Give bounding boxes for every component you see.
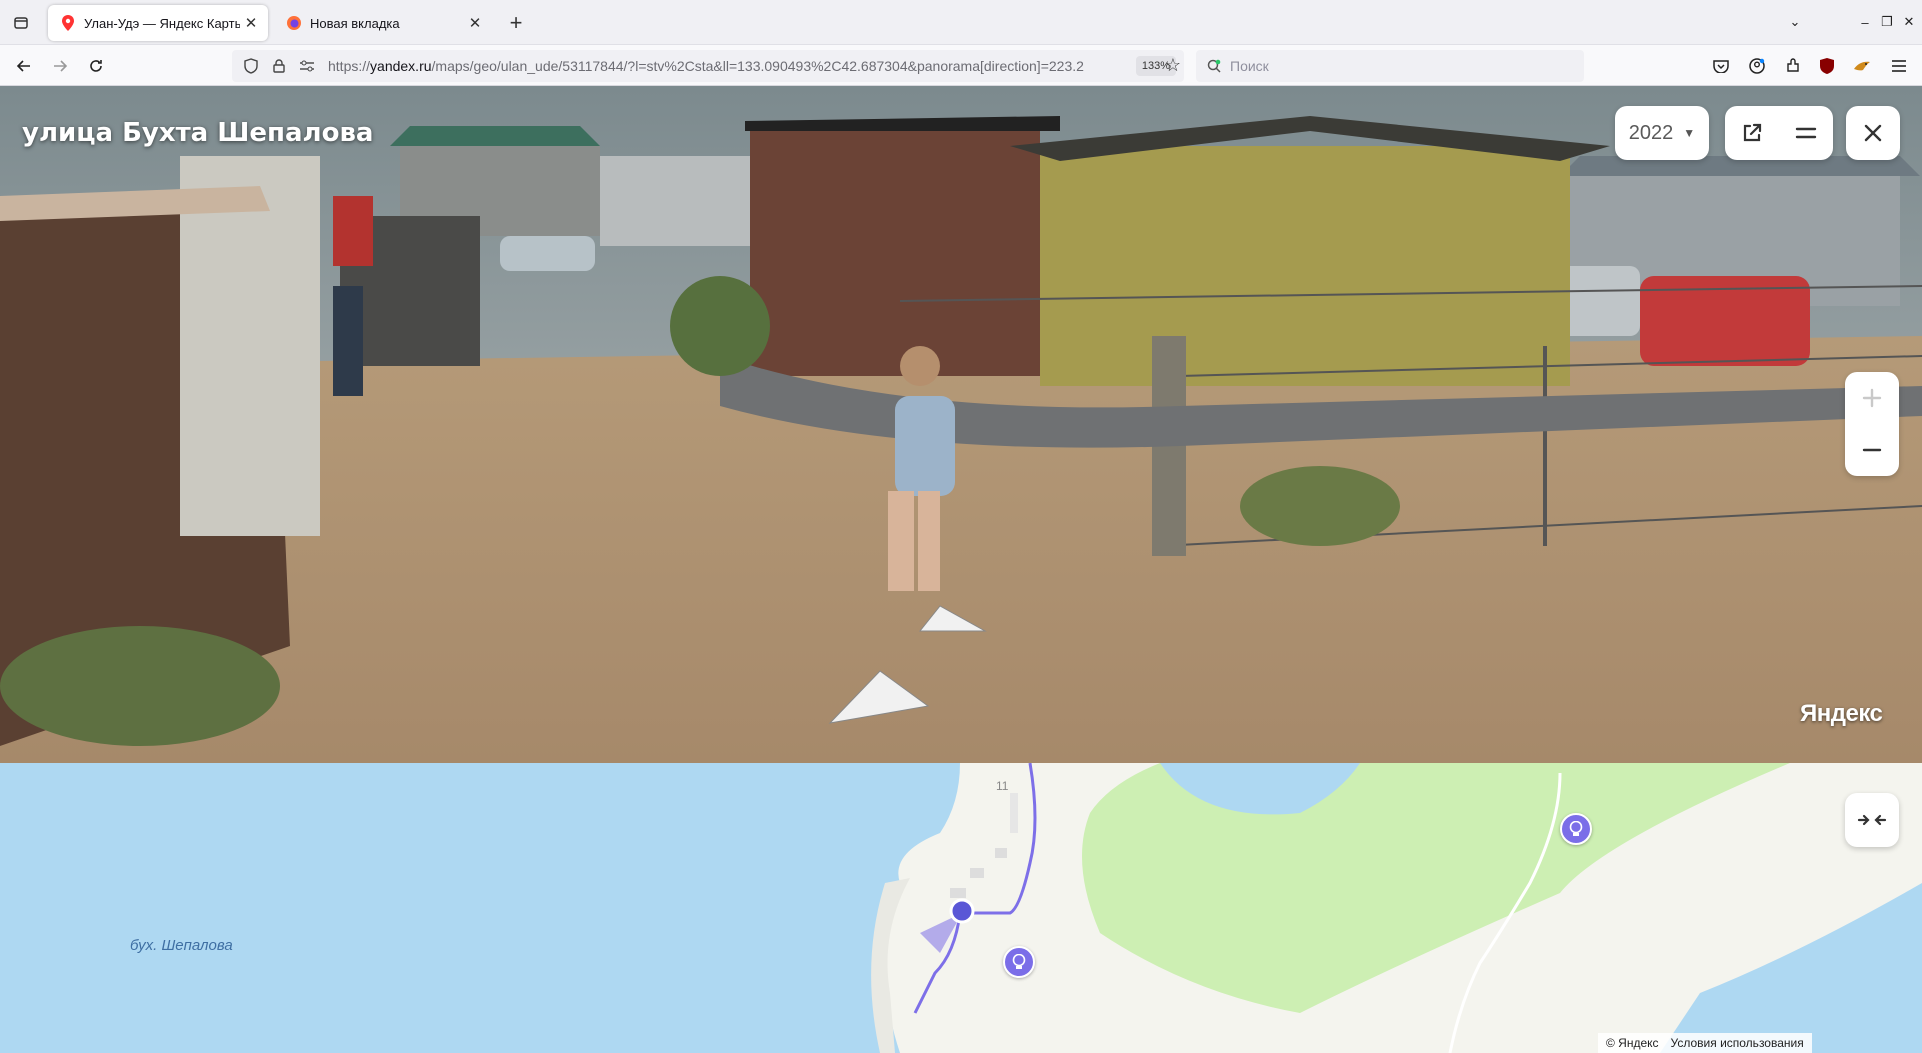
bookmark-star-icon[interactable]: ☆ [1162,54,1184,76]
house-number-label: 11 [996,779,1009,793]
year-selector[interactable]: 2022 ▼ [1615,106,1709,160]
close-icon [1864,124,1882,142]
zoom-control [1845,372,1899,476]
tab-title: Новая вкладка [310,15,400,31]
extension-bird-icon[interactable] [1851,55,1873,77]
extensions-icon[interactable] [1782,55,1804,77]
copyright-text: © Яндекс [1606,1036,1659,1050]
zoom-out-button[interactable] [1845,424,1899,476]
permissions-icon[interactable] [298,57,316,75]
new-tab-button[interactable]: + [504,10,528,35]
menu-button[interactable] [1779,106,1833,160]
forward-button[interactable] [48,54,72,78]
reload-icon [90,60,102,72]
url-prefix: https:// [328,58,371,74]
url-host: yandex.ru [370,58,432,74]
pocket-icon[interactable] [1710,55,1732,77]
mini-map[interactable]: 11 бух. Шепалова © Яндекс Условия исполь… [0,763,1922,1053]
window-close-icon[interactable]: ✕ [1898,10,1920,34]
search-input[interactable] [1230,58,1570,74]
terms-link[interactable]: Условия использования [1671,1036,1804,1050]
poi-balloon-icon[interactable] [1560,813,1592,845]
zoom-in-button[interactable] [1845,372,1899,424]
tab-title: Улан-Удэ — Яндекс Карты [84,15,240,31]
shield-icon[interactable] [242,57,260,75]
tab-yandex-maps[interactable]: Улан-Удэ — Яндекс Карты ✕ [48,5,268,41]
poi-balloon-icon[interactable] [1003,946,1035,978]
map-pin-icon [60,15,76,31]
close-tab-icon[interactable]: ✕ [464,12,486,34]
yandex-logo: Яндекс [1800,700,1883,727]
search-bar[interactable] [1196,50,1584,82]
restore-icon[interactable]: ❐ [1876,10,1898,34]
ublock-icon[interactable] [1816,55,1838,77]
minimize-icon[interactable]: – [1854,10,1876,34]
bay-label: бух. Шепалова [130,937,233,954]
url-text[interactable]: https://yandex.ru/maps/geo/ulan_ude/5311… [328,58,1118,74]
tab-list-icon [14,17,28,29]
account-icon[interactable] [1746,55,1768,77]
map-copyright: © Яндекс Условия использования [1598,1033,1812,1053]
share-button[interactable] [1725,106,1779,160]
close-panorama-button[interactable] [1846,106,1900,160]
tab-strip: Улан-Удэ — Яндекс Карты ✕ Новая вкладка … [0,0,1922,45]
panorama-image[interactable] [0,86,1922,763]
back-button[interactable] [12,54,36,78]
panorama-actions [1725,106,1833,160]
navigation-bar: https://yandex.ru/maps/geo/ulan_ude/5311… [0,45,1922,86]
minus-icon [1862,448,1882,452]
tab-new-tab[interactable]: Новая вкладка ✕ [274,5,492,41]
arrow-right-icon [54,60,68,72]
url-path: /maps/geo/ulan_ude/53117844/?l=stv%2Csta… [431,58,1084,74]
external-link-icon [1743,123,1762,142]
map-canvas[interactable] [0,763,1922,1053]
caret-down-icon: ▼ [1683,126,1696,140]
firefox-icon [286,15,302,31]
arrow-left-icon [16,60,30,72]
collapse-arrows-icon [1857,814,1887,826]
plus-icon [1862,388,1882,408]
equals-menu-icon [1795,127,1817,139]
reload-button[interactable] [84,54,108,78]
lock-icon[interactable] [270,57,288,75]
menu-hamburger-icon[interactable] [1888,55,1910,77]
street-panorama[interactable]: улица Бухта Шепалова 2022 ▼ Яндекс [0,86,1922,763]
close-tab-icon[interactable]: ✕ [240,12,262,34]
tab-list-button[interactable] [10,12,32,34]
collapse-map-button[interactable] [1845,793,1899,847]
url-bar[interactable]: https://yandex.ru/maps/geo/ulan_ude/5311… [232,50,1184,82]
search-engine-icon [1206,58,1222,74]
tab-overflow-chevron-icon[interactable]: ⌄ [1784,10,1806,34]
year-value: 2022 [1628,121,1674,144]
street-title: улица Бухта Шепалова [22,118,374,148]
